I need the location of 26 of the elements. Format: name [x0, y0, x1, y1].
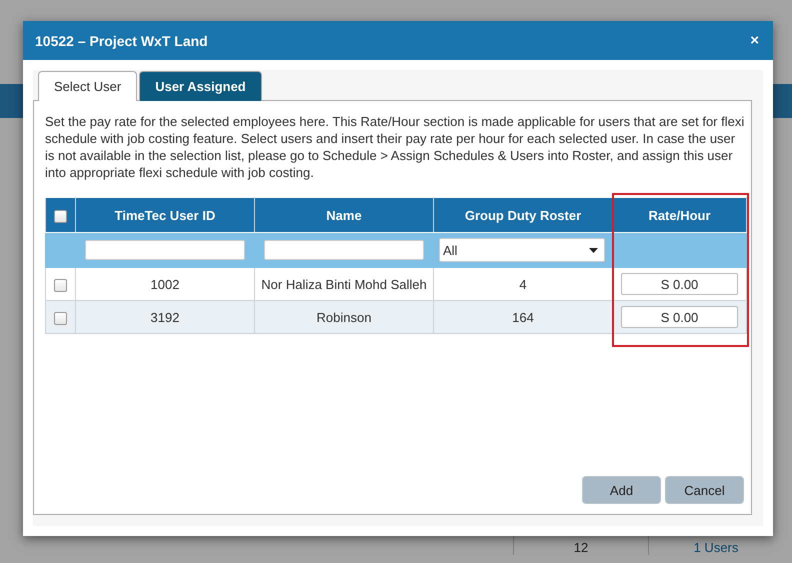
roster-filter-dropdown[interactable]: All — [439, 238, 605, 262]
tab[interactable]: Select User — [38, 71, 138, 101]
table-cell: Robinson — [254, 300, 434, 334]
close-button[interactable]: × — [750, 32, 759, 49]
column-header: Group Duty Roster — [434, 198, 612, 232]
row-checkbox[interactable] — [54, 312, 67, 325]
description-text: Set the pay rate for the selected employees here. This Rate/Hour section is made applicable for users that are set for flexi schedule with job costing feature. Select users and insert their pay rate per hour for each selected user. In case the user is not available in the selection list, please go to Schedule > Assign Schedules & Users into Roster, and assign this user into appropriate flexi schedule with job costing. — [45, 113, 745, 181]
tab[interactable]: User Assigned — [139, 71, 262, 101]
table-cell: 1002 — [76, 268, 254, 300]
select-all-checkbox[interactable] — [54, 210, 67, 223]
table-cell: 4 — [434, 268, 612, 300]
table-cell: Nor Haliza Binti Mohd Salleh — [254, 268, 434, 300]
table-cell: 3192 — [76, 300, 254, 334]
rate-input-field[interactable]: S 0.00 — [621, 306, 738, 328]
table-cell: 164 — [434, 300, 612, 334]
rate-input-field[interactable]: S 0.00 — [621, 273, 738, 295]
caret-icon — [589, 248, 598, 252]
dialog-title: 10522 – Project WxT Land — [35, 32, 208, 48]
column-header: Rate/Hour — [612, 198, 746, 232]
column-header: TimeTec User ID — [76, 198, 254, 232]
user-id-filter-field[interactable] — [85, 240, 245, 260]
dialog-button[interactable]: Add — [582, 476, 661, 504]
dialog-button[interactable]: Cancel — [665, 476, 744, 504]
row-checkbox[interactable] — [54, 278, 67, 292]
name-filter-field[interactable] — [264, 240, 424, 260]
column-header: Name — [254, 198, 434, 232]
